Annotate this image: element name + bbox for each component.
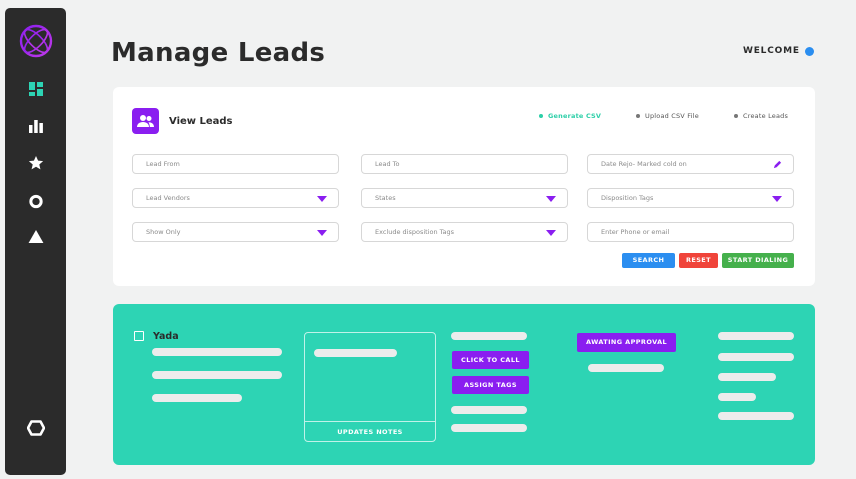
- lead-vendors-placeholder: Lead Vendors: [146, 194, 190, 202]
- search-button[interactable]: SEARCH: [622, 253, 675, 268]
- placeholder-bar: [718, 353, 794, 361]
- view-leads-title: View Leads: [169, 116, 233, 127]
- lead-name: Yada: [153, 331, 179, 342]
- dashboard-icon[interactable]: [28, 82, 43, 96]
- placeholder-bar: [152, 394, 242, 402]
- exclude-tags-placeholder: Exclude disposition Tags: [375, 228, 455, 236]
- generate-csv-link[interactable]: Generate CSV: [539, 112, 601, 120]
- placeholder-bar: [718, 412, 794, 420]
- triangle-icon[interactable]: [28, 230, 43, 243]
- placeholder-bar: [718, 393, 756, 401]
- placeholder-bar: [718, 373, 776, 381]
- lead-checkbox[interactable]: [134, 331, 144, 341]
- notes-divider: [305, 420, 435, 422]
- chevron-down-icon: [317, 230, 327, 236]
- placeholder-bar: [451, 424, 527, 432]
- placeholder-bar: [451, 332, 527, 340]
- lead-vendors-select[interactable]: Lead Vendors: [132, 188, 339, 208]
- page-title: Manage Leads: [111, 38, 326, 68]
- chevron-down-icon: [317, 196, 327, 202]
- reset-button[interactable]: RESET: [679, 253, 718, 268]
- placeholder-bar: [588, 364, 664, 372]
- show-only-placeholder: Show Only: [146, 228, 181, 236]
- circle-icon[interactable]: [28, 194, 43, 209]
- click-to-call-button[interactable]: CLICK TO CALL: [452, 351, 529, 369]
- lead-from-placeholder: Lead From: [146, 160, 180, 168]
- lead-to-input[interactable]: Lead To: [361, 154, 568, 174]
- lead-from-input[interactable]: Lead From: [132, 154, 339, 174]
- updates-notes-label: UPDATES NOTES: [337, 428, 403, 436]
- upload-csv-link[interactable]: Upload CSV File: [636, 112, 699, 120]
- pencil-icon[interactable]: [773, 160, 782, 169]
- placeholder-bar: [451, 406, 527, 414]
- updates-notes-box[interactable]: UPDATES NOTES: [304, 332, 436, 442]
- placeholder-bar: [718, 332, 794, 340]
- globe-logo-icon[interactable]: [19, 24, 53, 58]
- placeholder-bar: [152, 371, 282, 379]
- status-dot: [805, 47, 814, 56]
- date-input[interactable]: Date Rejo- Marked cold on: [587, 154, 794, 174]
- chevron-down-icon: [772, 196, 782, 202]
- lead-to-placeholder: Lead To: [375, 160, 400, 168]
- welcome-label: WELCOME: [743, 46, 800, 56]
- disposition-tags-select[interactable]: Disposition Tags: [587, 188, 794, 208]
- sidebar: [5, 8, 66, 475]
- start-dialing-button[interactable]: START DIALING: [722, 253, 794, 268]
- assign-tags-button[interactable]: ASSIGN TAGS: [452, 376, 529, 394]
- show-only-select[interactable]: Show Only: [132, 222, 339, 242]
- view-leads-card: View Leads Generate CSV Upload CSV File …: [113, 87, 815, 286]
- awaiting-approval-badge: AWATING APPROVAL: [577, 333, 676, 352]
- bar-chart-icon[interactable]: [28, 119, 43, 133]
- placeholder-bar: [314, 349, 397, 357]
- phone-email-input[interactable]: Enter Phone or email: [587, 222, 794, 242]
- disposition-tags-placeholder: Disposition Tags: [601, 194, 654, 202]
- placeholder-bar: [152, 348, 282, 356]
- lead-card: Yada UPDATES NOTES CLICK TO CALL ASSIGN …: [113, 304, 815, 465]
- date-placeholder: Date Rejo- Marked cold on: [601, 160, 687, 168]
- chevron-down-icon: [546, 230, 556, 236]
- hexagon-icon[interactable]: [26, 420, 45, 436]
- chevron-down-icon: [546, 196, 556, 202]
- states-placeholder: States: [375, 194, 396, 202]
- create-leads-link[interactable]: Create Leads: [734, 112, 788, 120]
- phone-email-placeholder: Enter Phone or email: [601, 228, 670, 236]
- states-select[interactable]: States: [361, 188, 568, 208]
- star-icon[interactable]: [28, 155, 44, 171]
- exclude-tags-select[interactable]: Exclude disposition Tags: [361, 222, 568, 242]
- users-icon: [132, 108, 159, 134]
